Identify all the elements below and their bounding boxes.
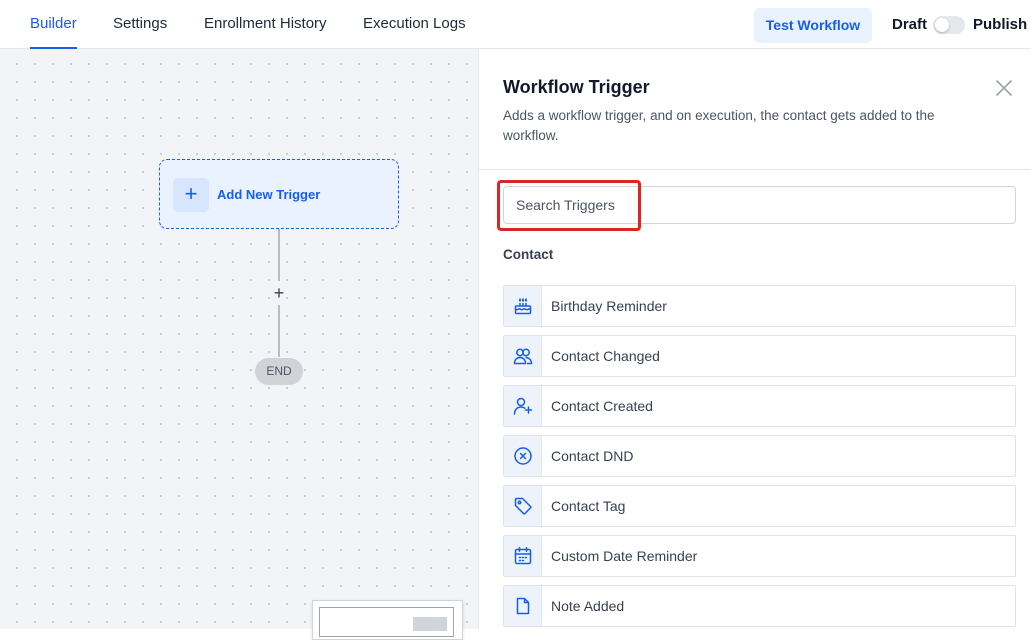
trigger-node-label: Add New Trigger xyxy=(217,187,321,202)
trigger-item-label: Contact Changed xyxy=(551,348,660,364)
canvas-minimap[interactable] xyxy=(312,600,463,640)
calendar-icon xyxy=(514,547,532,565)
tag-icon xyxy=(514,497,532,515)
trigger-list: Birthday Reminder Contact Changed Contac… xyxy=(503,285,1016,629)
trigger-item-note-added[interactable]: Note Added xyxy=(503,585,1016,627)
workflow-trigger-panel: Workflow Trigger Adds a workflow trigger… xyxy=(478,49,1031,629)
plus-icon: + xyxy=(173,178,209,212)
divider xyxy=(479,169,1031,170)
section-heading-contact: Contact xyxy=(503,247,554,262)
user-plus-icon xyxy=(513,397,533,415)
add-new-trigger-node[interactable]: + Add New Trigger xyxy=(159,159,399,229)
end-node: END xyxy=(255,358,303,385)
connector-line xyxy=(278,305,280,357)
trigger-item-label: Contact Tag xyxy=(551,498,626,514)
tab-builder[interactable]: Builder xyxy=(30,0,77,49)
publish-label: Publish xyxy=(973,16,1028,33)
trigger-item-label: Custom Date Reminder xyxy=(551,548,698,564)
tab-settings[interactable]: Settings xyxy=(113,0,167,48)
tab-execution-logs[interactable]: Execution Logs xyxy=(363,0,466,48)
test-workflow-button[interactable]: Test Workflow xyxy=(754,8,872,43)
publish-toggle[interactable] xyxy=(933,16,965,34)
draft-label: Draft xyxy=(892,16,928,33)
trigger-item-birthday-reminder[interactable]: Birthday Reminder xyxy=(503,285,1016,327)
panel-description: Adds a workflow trigger, and on executio… xyxy=(503,108,935,143)
tab-enrollment-history[interactable]: Enrollment History xyxy=(204,0,327,48)
document-icon xyxy=(516,597,530,615)
trigger-item-contact-changed[interactable]: Contact Changed xyxy=(503,335,1016,377)
trigger-item-label: Birthday Reminder xyxy=(551,298,667,314)
trigger-item-label: Contact Created xyxy=(551,398,653,414)
search-triggers-input[interactable] xyxy=(503,186,1016,224)
trigger-item-contact-created[interactable]: Contact Created xyxy=(503,385,1016,427)
close-icon[interactable] xyxy=(993,77,1015,99)
connector-line xyxy=(278,229,280,281)
trigger-item-contact-dnd[interactable]: Contact DND xyxy=(503,435,1016,477)
trigger-item-label: Contact DND xyxy=(551,448,634,464)
toggle-knob xyxy=(935,18,949,32)
cake-icon xyxy=(514,298,532,315)
workflow-canvas[interactable]: + Add New Trigger + END xyxy=(0,49,478,640)
users-icon xyxy=(513,348,533,365)
trigger-item-custom-date-reminder[interactable]: Custom Date Reminder xyxy=(503,535,1016,577)
top-navigation: Builder Settings Enrollment History Exec… xyxy=(0,0,1031,49)
trigger-item-label: Note Added xyxy=(551,598,625,614)
panel-title: Workflow Trigger xyxy=(503,77,650,97)
trigger-item-contact-tag[interactable]: Contact Tag xyxy=(503,485,1016,527)
add-step-button[interactable]: + xyxy=(269,282,289,304)
x-circle-icon xyxy=(514,447,532,465)
